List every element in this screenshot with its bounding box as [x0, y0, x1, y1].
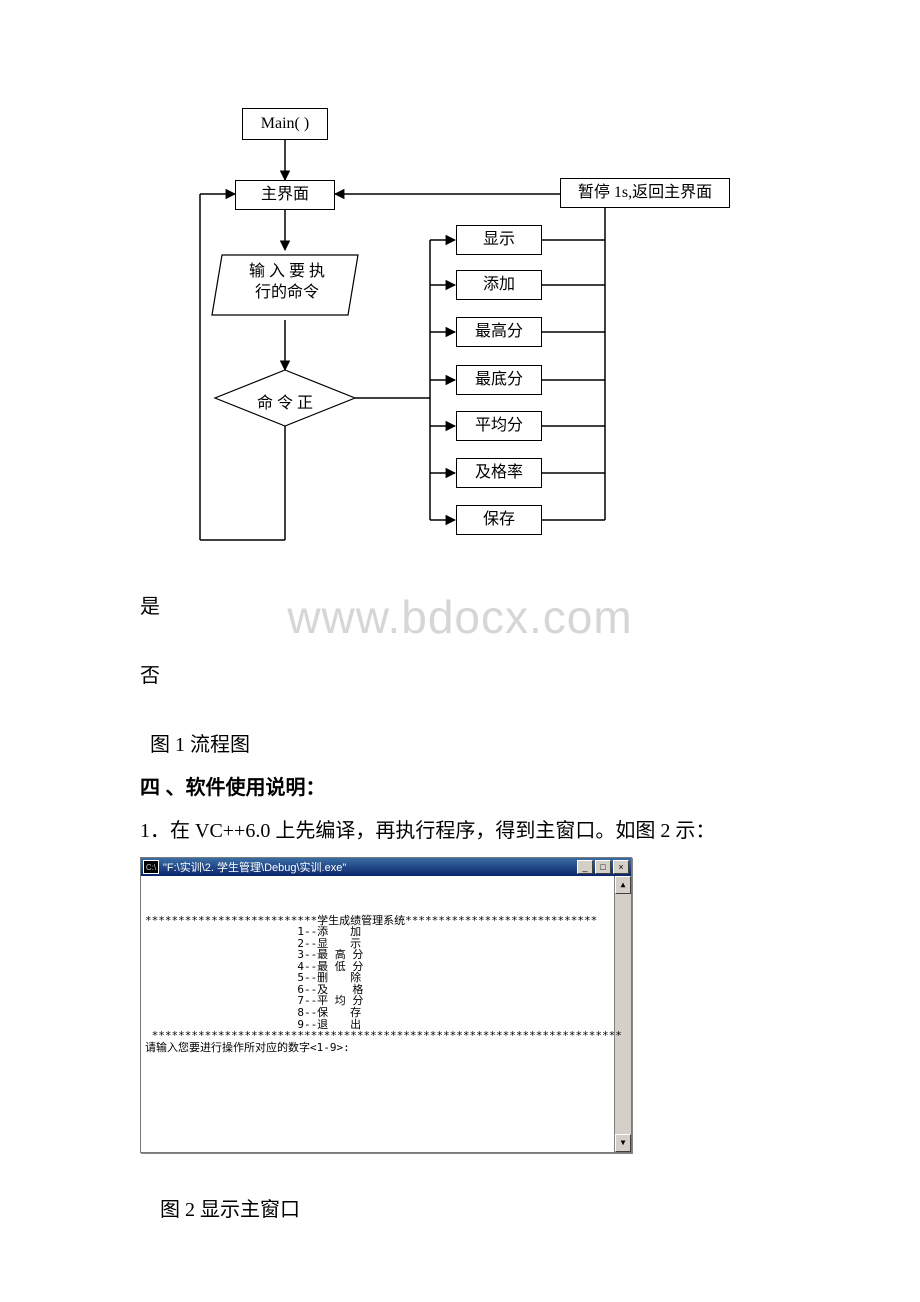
node-op-5: 及格率 [456, 458, 542, 488]
section-heading: 四 、软件使用说明： [140, 771, 780, 800]
console-window: C:\ "F:\实训\2. 学生管理\Debug\实训.exe" _ □ × *… [140, 857, 632, 1153]
label-no: 否 [140, 659, 780, 688]
fig1-caption: 图 1 流程图 [140, 728, 780, 757]
node-op-2: 最高分 [456, 317, 542, 347]
scroll-down-icon[interactable]: ▼ [615, 1134, 631, 1152]
step1-text: 1．在 VC++6.0 上先编译，再执行程序，得到主窗口。如图 2 示： [140, 814, 780, 843]
close-button[interactable]: × [613, 860, 629, 874]
maximize-button[interactable]: □ [595, 860, 611, 874]
node-op-3: 最底分 [456, 365, 542, 395]
label-yes: 是 [140, 590, 780, 619]
node-op-6: 保存 [456, 505, 542, 535]
fig2-caption: 图 2 显示主窗口 [140, 1193, 780, 1222]
console-titlebar: C:\ "F:\实训\2. 学生管理\Debug\实训.exe" _ □ × [141, 858, 631, 876]
flowchart: Main( ) 主界面 暂停 1s,返回主界面 输 入 要 执 行的命令 命 令… [180, 100, 740, 550]
node-op-0: 显示 [456, 225, 542, 255]
node-op-4: 平均分 [456, 411, 542, 441]
console-body: **************************学生成绩管理系统******… [141, 876, 631, 1152]
node-decision-label: 命 令 正 [250, 389, 320, 413]
minimize-button[interactable]: _ [577, 860, 593, 874]
console-title: "F:\实训\2. 学生管理\Debug\实训.exe" [163, 859, 346, 875]
node-pause: 暂停 1s,返回主界面 [560, 178, 730, 208]
node-main: Main( ) [242, 108, 328, 140]
node-op-1: 添加 [456, 270, 542, 300]
node-input-label: 输 入 要 执 行的命令 [232, 262, 342, 304]
node-home: 主界面 [235, 180, 335, 210]
cmd-icon: C:\ [143, 860, 159, 874]
scroll-up-icon[interactable]: ▲ [615, 876, 631, 894]
